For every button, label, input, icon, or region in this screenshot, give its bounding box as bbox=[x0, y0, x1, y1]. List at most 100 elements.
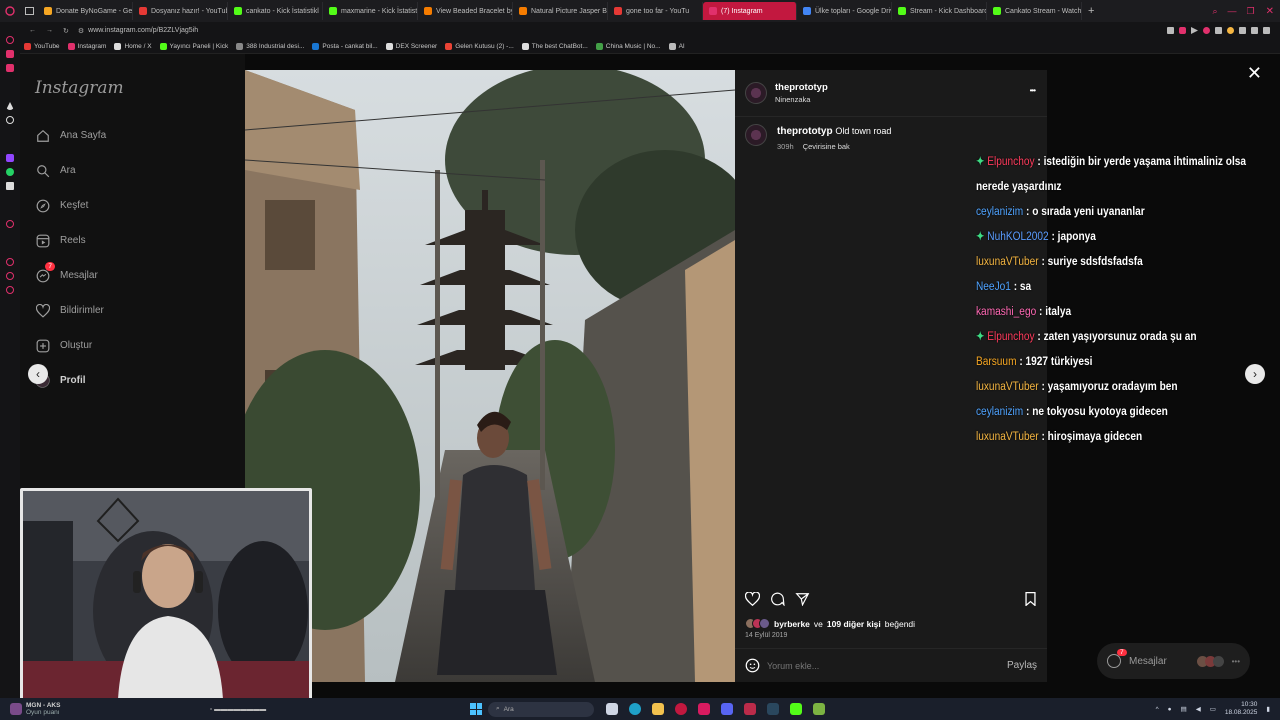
close-window-button[interactable]: ✕ bbox=[1260, 6, 1280, 17]
post-photo[interactable] bbox=[245, 70, 735, 682]
sidebar-item-messenger[interactable]: 7 Mesajlar bbox=[35, 262, 98, 283]
x-icon[interactable] bbox=[6, 182, 14, 190]
extension-icons[interactable] bbox=[1167, 27, 1280, 34]
browser-tab[interactable]: Donate ByNoGame - Ge bbox=[38, 2, 133, 20]
player-icon[interactable] bbox=[6, 220, 14, 228]
browser-tab[interactable]: cankato - Kick İstatistikl bbox=[228, 2, 323, 20]
history-icon[interactable] bbox=[6, 36, 14, 44]
chat-username[interactable]: NuhKOL2002 bbox=[987, 231, 1048, 243]
emoji-icon[interactable] bbox=[745, 658, 760, 673]
tray-chevron-icon[interactable]: ^ bbox=[1156, 706, 1159, 713]
tray-media-controls[interactable]: ▫ ▬▬▬▬▬▬▬▬ bbox=[210, 706, 470, 713]
browser-menu-icon[interactable] bbox=[0, 6, 20, 16]
new-tab-button[interactable]: + bbox=[1082, 5, 1100, 17]
sidebar-item-compass[interactable]: Keşfet bbox=[35, 198, 88, 213]
author-avatar[interactable] bbox=[745, 82, 767, 104]
media-widget[interactable]: MGN - AKS Oyun puanı bbox=[0, 702, 210, 716]
file-explorer-icon[interactable] bbox=[652, 703, 664, 715]
browser-tab[interactable]: gone too far - YouTu bbox=[608, 2, 703, 20]
whatsapp-icon[interactable] bbox=[6, 168, 14, 176]
downloads-icon[interactable] bbox=[6, 64, 14, 72]
sidebar-item-reels[interactable]: Reels bbox=[35, 233, 86, 248]
bookmark-item[interactable]: Gelen Kutusu (2) -... bbox=[445, 42, 514, 50]
share-icon[interactable] bbox=[795, 592, 810, 606]
aria-icon[interactable] bbox=[6, 102, 14, 110]
browser-tab[interactable]: View Beaded Bracelet by bbox=[418, 2, 513, 20]
kick-app-icon[interactable] bbox=[790, 703, 802, 715]
clock-icon[interactable] bbox=[6, 258, 14, 266]
battery-icon[interactable]: ▭ bbox=[1210, 705, 1216, 713]
chat-username[interactable]: ceylanizim bbox=[976, 406, 1023, 418]
more-options-button[interactable]: ••• bbox=[1030, 86, 1036, 95]
liker-username[interactable]: byrberke bbox=[774, 619, 810, 629]
browser-tab[interactable]: Cankato Stream - Watch bbox=[987, 2, 1082, 20]
start-button[interactable] bbox=[470, 703, 482, 715]
browser-tab[interactable]: Natural Picture Jasper Bl bbox=[513, 2, 608, 20]
post-date[interactable]: 14 Eylül 2019 bbox=[745, 632, 787, 639]
twitch-icon[interactable] bbox=[6, 154, 14, 162]
close-post-icon[interactable]: ✕ bbox=[1247, 64, 1262, 82]
chat-username[interactable]: kamashi_ego bbox=[976, 306, 1036, 318]
like-heart-icon[interactable] bbox=[745, 592, 760, 606]
chat-username[interactable]: luxunaVTuber bbox=[976, 256, 1039, 268]
mic-icon[interactable]: ● bbox=[1168, 706, 1172, 713]
browser-tab[interactable]: maxmarine - Kick İstatist bbox=[323, 2, 418, 20]
chat-username[interactable]: luxunaVTuber bbox=[976, 381, 1039, 393]
bookmark-item[interactable]: Home / X bbox=[114, 42, 152, 50]
bookmark-item[interactable]: China Music | No... bbox=[595, 42, 661, 50]
network-icon[interactable]: ▤ bbox=[1181, 705, 1187, 713]
sidebar-item-plus-square[interactable]: Oluştur bbox=[35, 338, 92, 353]
browser-tab[interactable]: Ülke topları - Google Driv bbox=[797, 2, 892, 20]
likes-others[interactable]: 109 diğer kişi bbox=[827, 619, 881, 629]
forward-icon[interactable]: → bbox=[41, 27, 58, 34]
gear-icon[interactable] bbox=[6, 286, 14, 294]
chat-username[interactable]: Elpunchoy bbox=[987, 331, 1034, 343]
task-view-icon[interactable] bbox=[606, 703, 618, 715]
messages-pill[interactable]: 7 Mesajlar ••• bbox=[1097, 643, 1250, 679]
bookmark-item[interactable]: The best ChatBot... bbox=[521, 42, 588, 50]
browser-tab[interactable]: Stream - Kick Dashboard bbox=[892, 2, 987, 20]
caption-username[interactable]: theprototyp bbox=[777, 126, 833, 137]
app-icon-10[interactable] bbox=[813, 703, 825, 715]
chat-username[interactable]: luxunaVTuber bbox=[976, 431, 1039, 443]
post-location[interactable]: Ninenzaka bbox=[775, 95, 828, 104]
post-comment-button[interactable]: Paylaş bbox=[1007, 660, 1037, 671]
chat-username[interactable]: Barsuum bbox=[976, 356, 1017, 368]
translate-link[interactable]: Çevirisine bak bbox=[803, 142, 850, 151]
comment-icon[interactable] bbox=[770, 592, 785, 606]
sidebar-item-heart[interactable]: Bildirimler bbox=[35, 303, 104, 318]
author-username[interactable]: theprototyp bbox=[775, 82, 828, 93]
save-bookmark-icon[interactable] bbox=[1024, 592, 1037, 606]
sidebar-item-home[interactable]: Ana Sayfa bbox=[35, 128, 106, 143]
sidebar-item-search[interactable]: Ara bbox=[35, 163, 76, 178]
app-icon-7[interactable] bbox=[744, 703, 756, 715]
settings-icon[interactable] bbox=[6, 116, 14, 124]
bookmark-item[interactable]: 388 Industrial desi... bbox=[236, 42, 304, 50]
browser-tab[interactable]: Dosyanız hazır! - YouTub bbox=[133, 2, 228, 20]
instagram-logo[interactable]: Instagram bbox=[35, 78, 124, 98]
url-field[interactable]: www.instagram.com/p/B2ZLVjag5ih bbox=[88, 27, 198, 34]
steam-icon[interactable] bbox=[767, 703, 779, 715]
clock-time[interactable]: 10:30 bbox=[1225, 701, 1257, 709]
liker-avatars[interactable] bbox=[745, 618, 770, 629]
discord-icon[interactable] bbox=[721, 703, 733, 715]
notifications-icon[interactable]: ▮ bbox=[1266, 705, 1270, 713]
chat-username[interactable]: NeeJo1 bbox=[976, 281, 1011, 293]
workspaces-icon[interactable] bbox=[20, 7, 38, 15]
bookmark-item[interactable]: YouTube bbox=[24, 42, 60, 50]
comment-input[interactable] bbox=[767, 658, 987, 673]
volume-icon[interactable]: ◀ bbox=[1196, 705, 1201, 713]
bookmark-item[interactable]: AI bbox=[668, 42, 685, 50]
back-icon[interactable]: ← bbox=[24, 27, 41, 34]
chat-username[interactable]: Elpunchoy bbox=[987, 156, 1034, 168]
app-icon-5[interactable] bbox=[698, 703, 710, 715]
clock-date[interactable]: 18.08.2025 bbox=[1225, 709, 1258, 717]
bookmarks-icon[interactable] bbox=[6, 50, 14, 58]
bookmark-item[interactable]: Posta - cankat bil... bbox=[312, 42, 378, 50]
site-info-icon[interactable]: ⚙ bbox=[74, 27, 88, 35]
edge-icon[interactable] bbox=[629, 703, 641, 715]
maximize-button[interactable]: ❐ bbox=[1242, 6, 1260, 17]
bookmark-item[interactable]: Yayıncı Paneli | Kick bbox=[159, 42, 228, 50]
browser-tab[interactable]: (7) Instagram bbox=[703, 2, 797, 20]
taskbar-search-box[interactable]: ⌕ Ara bbox=[488, 701, 594, 717]
